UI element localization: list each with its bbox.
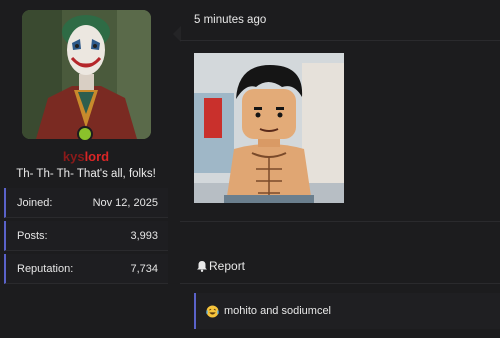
bell-icon [197, 261, 207, 272]
divider [180, 283, 500, 284]
user-avatar[interactable] [22, 10, 151, 139]
report-label: Report [209, 259, 246, 273]
stat-label: Joined: [17, 196, 53, 209]
username-part-2: lord [84, 149, 110, 164]
stat-label: Reputation: [17, 262, 74, 275]
post-timestamp[interactable]: 5 minutes ago [194, 14, 266, 26]
divider [180, 40, 500, 41]
stat-row-joined: Joined: Nov 12, 2025 [4, 188, 168, 218]
user-title: Th- Th- Th- That's all, folks! [16, 168, 156, 180]
user-stats: Joined: Nov 12, 2025 Posts: 3,993 Reputa… [4, 188, 168, 287]
stat-row-reputation: Reputation: 7,734 [4, 254, 168, 284]
joker-avatar-image [22, 10, 151, 139]
stat-value[interactable]: 3,993 [130, 230, 158, 242]
reactions-text[interactable]: mohito and sodiumcel [224, 305, 331, 317]
username[interactable]: kyslord [0, 149, 172, 164]
stat-row-posts: Posts: 3,993 [4, 221, 168, 251]
post-body: 5 minutes ago Report mohito and sodiumce… [173, 0, 500, 338]
online-status-dot [77, 126, 93, 142]
post-image[interactable] [194, 53, 344, 203]
username-part-1: kys [62, 149, 85, 164]
divider [180, 221, 500, 222]
stat-value: Nov 12, 2025 [92, 196, 158, 209]
report-button[interactable]: Report [196, 259, 245, 273]
stat-label: Posts: [17, 229, 48, 242]
lego-figure-image [194, 53, 344, 203]
laughing-crying-emoji-icon [206, 304, 219, 318]
reactions-bar[interactable]: mohito and sodiumcel [194, 293, 500, 329]
user-panel: kyslord Th- Th- Th- That's all, folks! J… [0, 0, 172, 338]
stat-value: 7,734 [130, 262, 158, 275]
